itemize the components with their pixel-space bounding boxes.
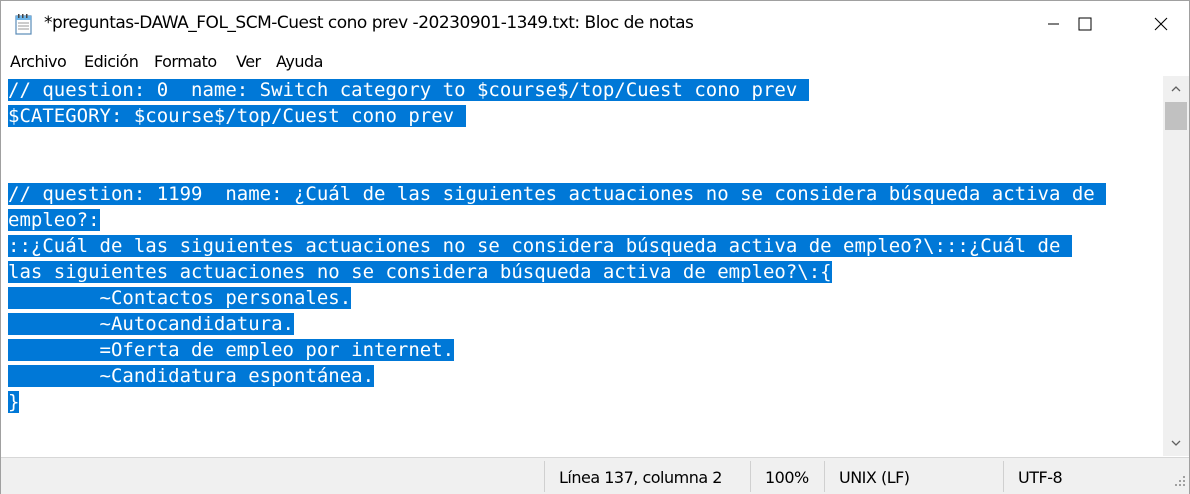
notepad-icon xyxy=(15,14,32,35)
menu-ayuda[interactable]: Ayuda xyxy=(276,52,323,71)
menu-bar: Archivo Edición Formato Ver Ayuda xyxy=(1,48,1189,75)
window-title: *preguntas-DAWA_FOL_SCM-Cuest cono prev … xyxy=(44,13,694,33)
editor-line: =Oferta de empleo por internet. xyxy=(8,339,455,361)
scroll-up-button[interactable] xyxy=(1163,76,1189,102)
scroll-down-button[interactable] xyxy=(1163,430,1189,456)
editor-line: // question: 0 name: Switch category to … xyxy=(8,79,809,101)
editor-line: ~Contactos personales. xyxy=(8,287,352,309)
status-separator xyxy=(824,461,825,492)
status-zoom: 100% xyxy=(765,468,809,487)
scroll-up-arrow-icon xyxy=(1171,86,1181,92)
close-icon xyxy=(1154,17,1167,31)
vertical-scrollbar[interactable] xyxy=(1163,76,1189,456)
text-editor[interactable]: // question: 0 name: Switch category to … xyxy=(1,76,1163,456)
editor-line: // question: 1199 name: ¿Cuál de las sig… xyxy=(8,183,1107,205)
title-bar[interactable]: *preguntas-DAWA_FOL_SCM-Cuest cono prev … xyxy=(1,1,1189,47)
menu-ver[interactable]: Ver xyxy=(236,52,261,71)
editor-line: ~Autocandidatura. xyxy=(8,313,294,335)
editor-line: $CATEGORY: $course$/top/Cuest cono prev xyxy=(8,105,466,127)
status-line-ending: UNIX (LF) xyxy=(839,468,910,487)
menu-edicion[interactable]: Edición xyxy=(84,52,139,71)
status-separator xyxy=(750,461,751,492)
resize-grip-icon[interactable] xyxy=(1169,474,1187,492)
editor-line: } xyxy=(8,391,20,413)
status-position: Línea 137, columna 2 xyxy=(559,468,722,487)
status-bar: Línea 137, columna 2 100% UNIX (LF) UTF-… xyxy=(1,457,1189,494)
maximize-button[interactable] xyxy=(1062,1,1108,47)
scroll-down-arrow-icon xyxy=(1171,440,1181,446)
editor-line: ~Candidatura espontánea. xyxy=(8,365,375,387)
maximize-icon xyxy=(1078,17,1092,31)
status-separator xyxy=(1003,461,1004,492)
editor-line: empleo?: xyxy=(8,209,100,231)
menu-formato[interactable]: Formato xyxy=(154,52,217,71)
minimize-icon xyxy=(1048,23,1059,25)
scroll-thumb[interactable] xyxy=(1165,102,1187,130)
status-separator xyxy=(544,461,545,492)
notepad-window: *preguntas-DAWA_FOL_SCM-Cuest cono prev … xyxy=(0,0,1190,494)
editor-line: las siguientes actuaciones no se conside… xyxy=(8,261,832,283)
close-button[interactable] xyxy=(1132,1,1189,47)
status-encoding: UTF-8 xyxy=(1018,468,1063,487)
menu-archivo[interactable]: Archivo xyxy=(10,52,67,71)
editor-line: ::¿Cuál de las siguientes actuaciones no… xyxy=(8,235,1072,257)
